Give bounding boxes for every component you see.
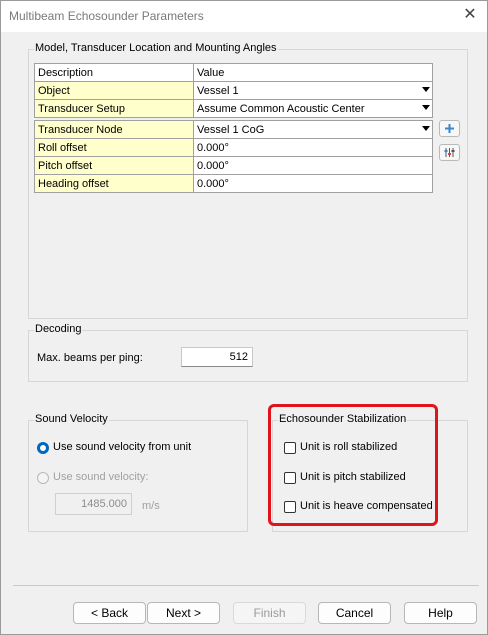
- row-label: Heading offset: [34, 174, 194, 193]
- object-dropdown[interactable]: Vessel 1: [193, 81, 433, 100]
- velocity-from-unit-label[interactable]: Use sound velocity from unit: [53, 441, 191, 453]
- grid-row-object[interactable]: Object Vessel 1: [34, 81, 433, 100]
- grid-header: Description Value: [34, 63, 433, 82]
- velocity-manual-label[interactable]: Use sound velocity:: [53, 471, 148, 483]
- close-icon[interactable]: ✕: [461, 6, 479, 24]
- velocity-input[interactable]: 1485.000: [55, 493, 132, 515]
- cancel-button[interactable]: Cancel: [318, 602, 391, 624]
- grid-row-heading-offset[interactable]: Heading offset 0.000°: [34, 174, 433, 193]
- sound-velocity-group-title: Sound Velocity: [34, 413, 109, 425]
- dropdown-value: Vessel 1 CoG: [197, 123, 265, 136]
- transducer-node-dropdown[interactable]: Vessel 1 CoG: [193, 120, 433, 139]
- dropdown-value: Vessel 1: [197, 84, 239, 97]
- grid-row-transducer-node[interactable]: Transducer Node Vessel 1 CoG: [34, 120, 433, 139]
- chevron-down-icon[interactable]: [422, 126, 430, 131]
- model-group-title: Model, Transducer Location and Mounting …: [34, 42, 278, 54]
- row-label: Transducer Setup: [34, 99, 194, 118]
- pitch-offset-field[interactable]: 0.000°: [193, 156, 433, 175]
- grid-row-transducer-setup[interactable]: Transducer Setup Assume Common Acoustic …: [34, 99, 433, 118]
- velocity-manual-radio[interactable]: [37, 472, 49, 484]
- parameters-grid: Description Value Object Vessel 1 Transd…: [34, 63, 433, 193]
- title-bar: Multibeam Echosounder Parameters ✕: [1, 1, 487, 32]
- window-title: Multibeam Echosounder Parameters: [9, 9, 204, 23]
- header-description: Description: [34, 63, 194, 82]
- row-label: Pitch offset: [34, 156, 194, 175]
- dropdown-value: Assume Common Acoustic Center: [197, 102, 365, 115]
- help-button[interactable]: Help: [404, 602, 477, 624]
- back-button[interactable]: < Back: [73, 602, 146, 624]
- add-node-button[interactable]: [439, 120, 460, 137]
- node-settings-button[interactable]: [439, 144, 460, 161]
- chevron-down-icon[interactable]: [422, 105, 430, 110]
- roll-offset-field[interactable]: 0.000°: [193, 138, 433, 157]
- sliders-icon: [444, 148, 455, 157]
- transducer-setup-dropdown[interactable]: Assume Common Acoustic Center: [193, 99, 433, 118]
- plus-icon: [445, 124, 454, 133]
- chevron-down-icon[interactable]: [422, 87, 430, 92]
- next-button[interactable]: Next >: [147, 602, 220, 624]
- grid-row-roll-offset[interactable]: Roll offset 0.000°: [34, 138, 433, 157]
- row-label: Transducer Node: [34, 120, 194, 139]
- decoding-group-title: Decoding: [34, 323, 83, 335]
- button-separator: [13, 585, 479, 586]
- row-label: Object: [34, 81, 194, 100]
- row-label: Roll offset: [34, 138, 194, 157]
- max-beams-input[interactable]: 512: [181, 347, 253, 367]
- wizard-window: Multibeam Echosounder Parameters ✕ Model…: [0, 0, 488, 635]
- highlight-annotation: [268, 404, 438, 526]
- velocity-unit-label: m/s: [142, 500, 160, 512]
- heading-offset-field[interactable]: 0.000°: [193, 174, 433, 193]
- max-beams-label: Max. beams per ping:: [37, 352, 143, 364]
- grid-row-pitch-offset[interactable]: Pitch offset 0.000°: [34, 156, 433, 175]
- velocity-from-unit-radio[interactable]: [37, 442, 49, 454]
- finish-button[interactable]: Finish: [233, 602, 306, 624]
- header-value: Value: [193, 63, 433, 82]
